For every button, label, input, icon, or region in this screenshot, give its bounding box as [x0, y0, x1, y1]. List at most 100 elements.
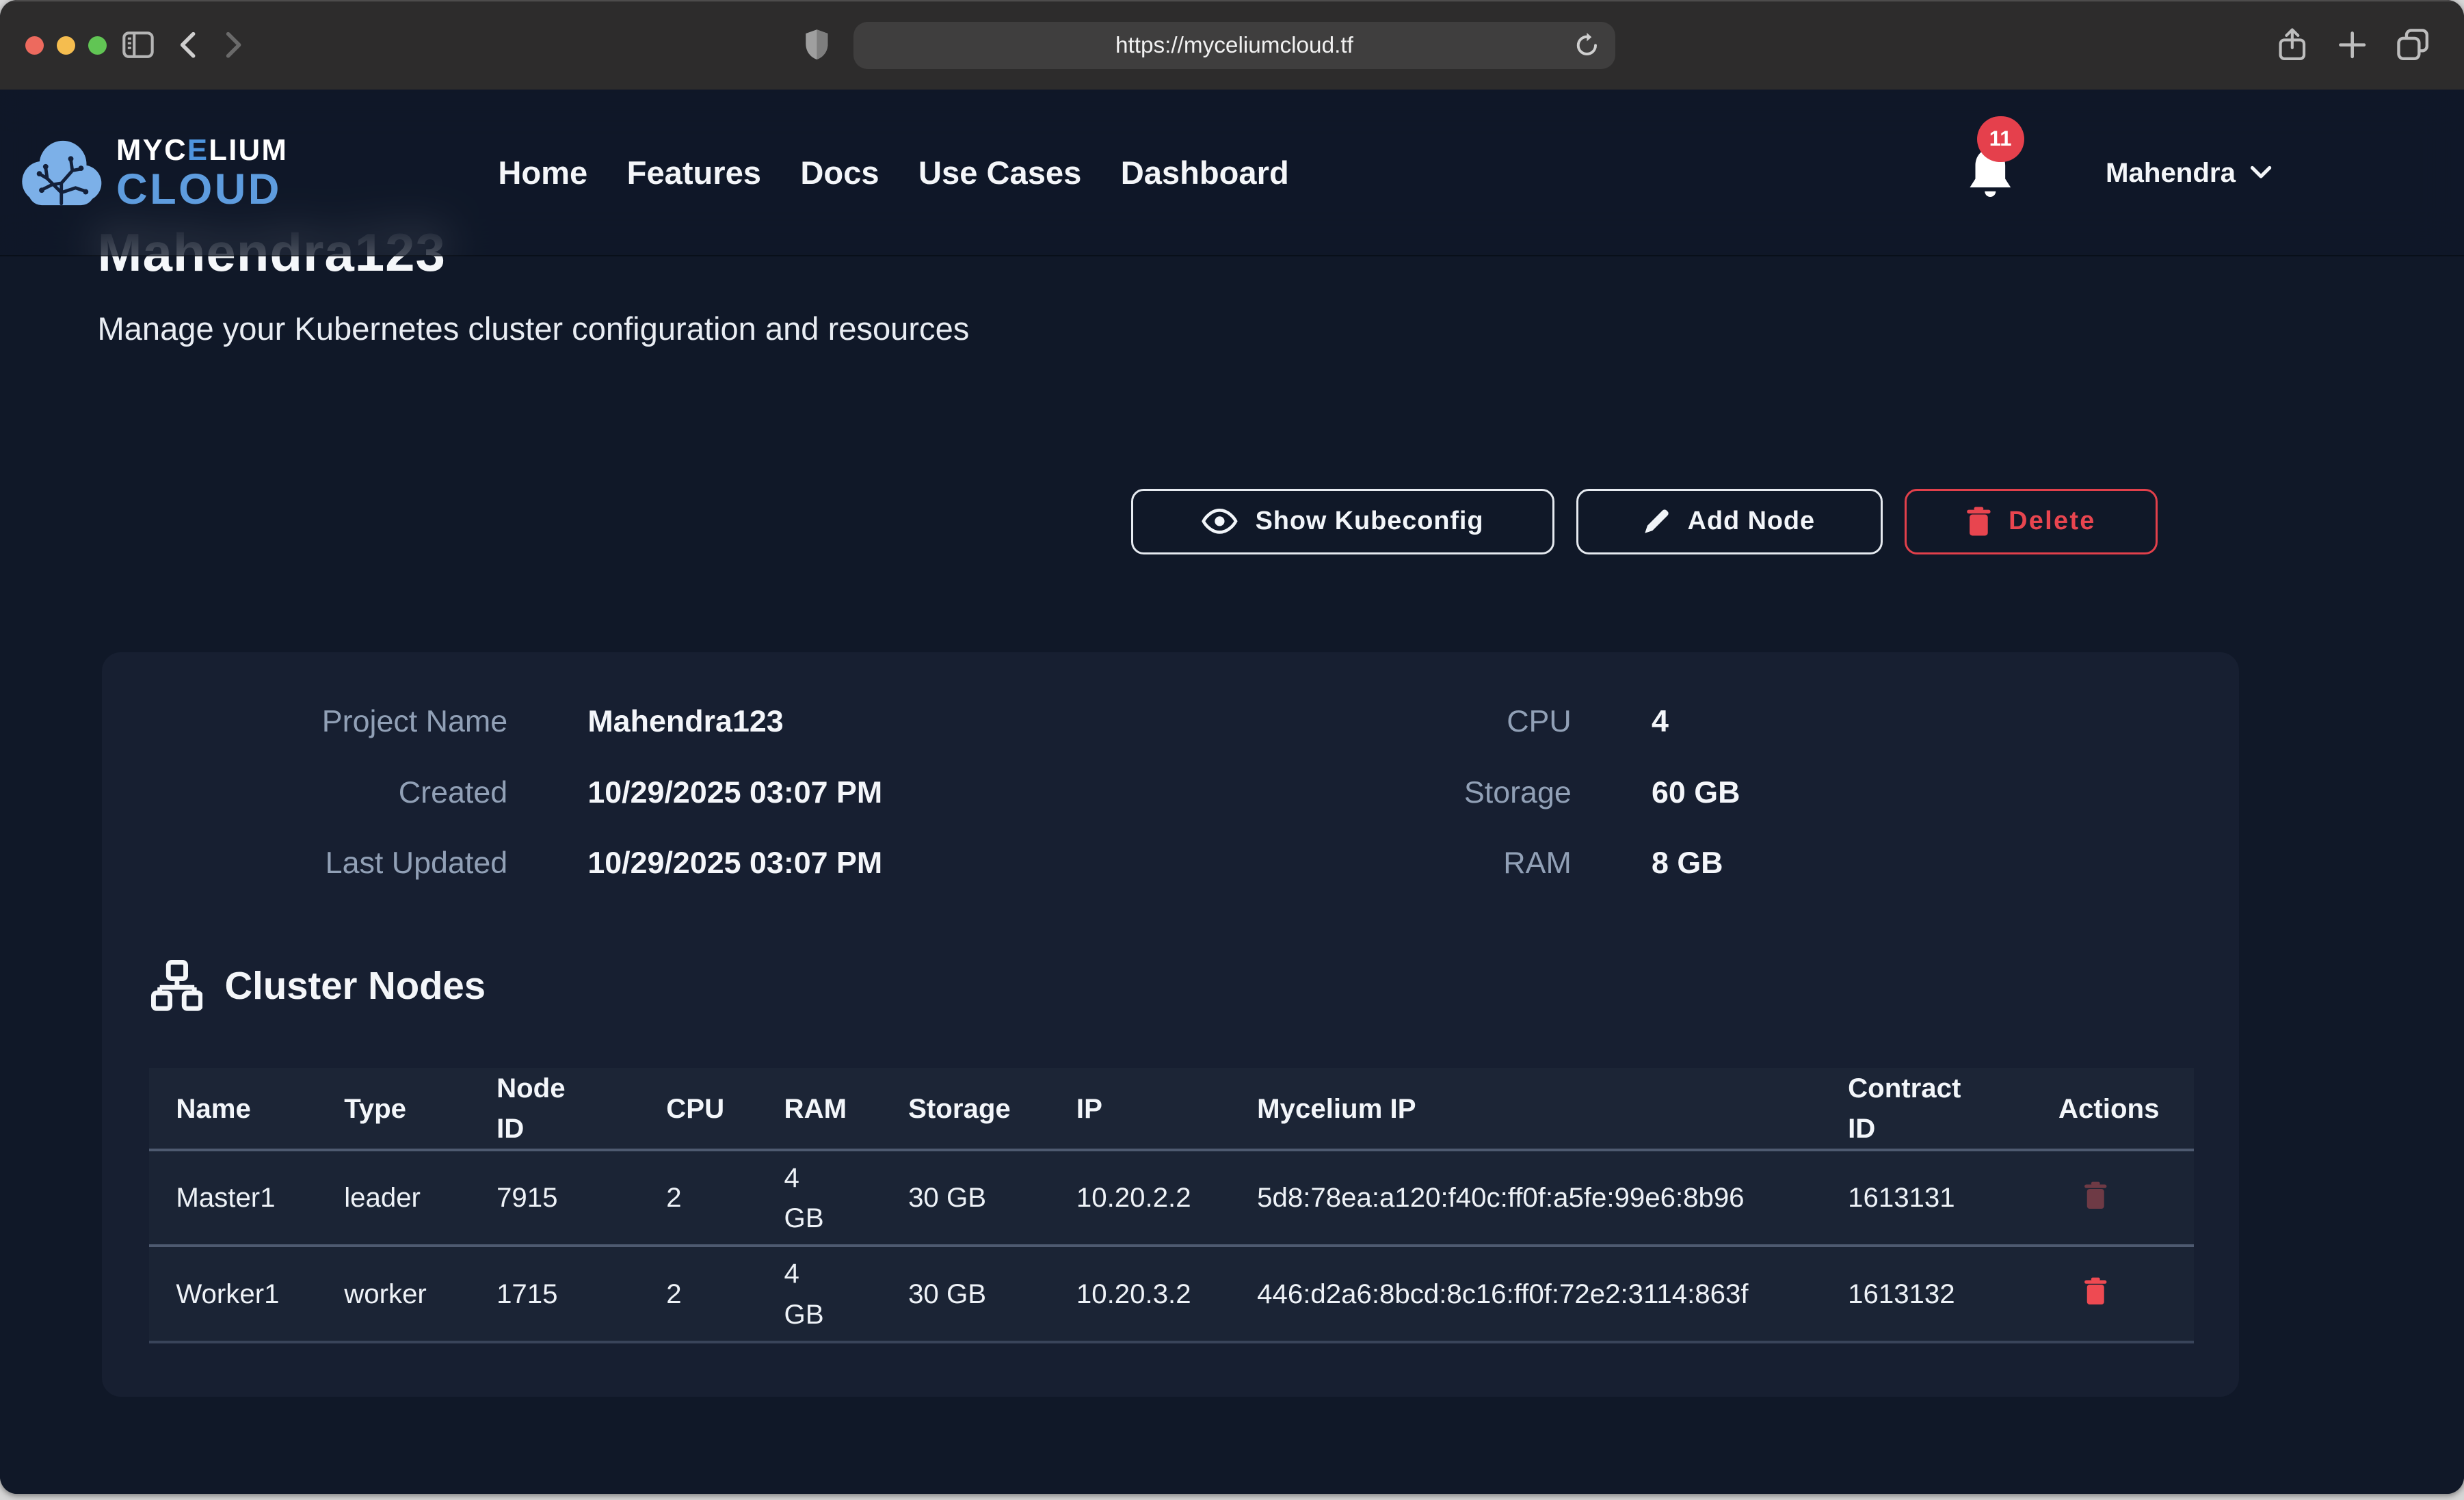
share-button[interactable] [2277, 27, 2307, 62]
cell-actions [2032, 1151, 2194, 1244]
details-left: Project Name Mahendra123 Created 10/29/2… [102, 706, 882, 918]
back-chevron-icon [179, 31, 196, 59]
close-window-button[interactable] [25, 36, 44, 55]
sidebar-icon [122, 31, 154, 58]
column-header-mycelium-ip: Mycelium IP [1230, 1068, 1821, 1149]
detail-value: 10/29/2025 03:07 PM [587, 846, 882, 881]
detail-row: Project Name Mahendra123 [102, 706, 882, 738]
sitemap-icon [151, 960, 203, 1012]
cell-contract-id: 1613132 [1821, 1247, 2032, 1340]
zoom-window-button[interactable] [88, 36, 107, 55]
trash-icon [2084, 1181, 2107, 1209]
delete-label: Delete [2009, 507, 2096, 536]
cell-node-id: 1715 [470, 1247, 639, 1340]
detail-row: Last Updated 10/29/2025 03:07 PM [102, 846, 882, 879]
nav-link-features[interactable]: Features [627, 154, 761, 191]
cell-type: worker [317, 1247, 470, 1340]
url-text: https://myceliumcloud.tf [1115, 33, 1353, 59]
pencil-icon [1643, 508, 1670, 535]
window-controls [25, 36, 107, 55]
address-bar[interactable]: https://myceliumcloud.tf [853, 22, 1615, 69]
detail-label: CPU [1166, 704, 1572, 739]
detail-label: RAM [1166, 846, 1572, 881]
table-row-master1: Master1 leader 7915 2 4 GB 30 GB 10.20.2… [149, 1151, 2193, 1247]
column-header-ip: IP [1050, 1068, 1230, 1149]
cell-name: Master1 [149, 1151, 317, 1244]
delete-node-button-master1[interactable] [2084, 1181, 2107, 1215]
details-right: CPU 4 Storage 60 GB RAM 8 GB [1166, 706, 1740, 918]
detail-value: 60 GB [1652, 775, 1740, 810]
column-header-storage: Storage [882, 1068, 1050, 1149]
nav-link-dashboard[interactable]: Dashboard [1121, 154, 1289, 191]
nodes-table: Name Type Node ID CPU RAM Storage IP Myc… [149, 1068, 2193, 1343]
cell-actions [2032, 1247, 2194, 1340]
cell-cpu: 2 [639, 1247, 757, 1340]
sidebar-toggle-button[interactable] [122, 31, 154, 58]
cluster-nodes-title: Cluster Nodes [225, 963, 486, 1008]
cell-cpu: 2 [639, 1151, 757, 1244]
mycelium-cloud-logo-icon [21, 136, 102, 210]
detail-value: Mahendra123 [587, 704, 783, 739]
cell-contract-id: 1613131 [1821, 1151, 2032, 1244]
delete-node-button-worker1[interactable] [2084, 1277, 2107, 1311]
back-button[interactable] [179, 31, 196, 59]
detail-row: CPU 4 [1166, 706, 1740, 738]
column-header-ram: RAM [757, 1068, 882, 1149]
brand-logo[interactable]: MYCELIUM CLOUD [21, 135, 288, 211]
user-name: Mahendra [2106, 157, 2236, 189]
page-body: Mahendra123 Manage your Kubernetes clust… [0, 90, 2464, 1494]
reload-button[interactable] [1574, 33, 1600, 58]
privacy-shield-icon [804, 28, 830, 61]
show-kubeconfig-label: Show Kubeconfig [1256, 507, 1484, 536]
detail-label: Storage [1166, 775, 1572, 810]
detail-label: Project Name [102, 704, 507, 739]
cluster-nodes-heading: Cluster Nodes [151, 960, 486, 1012]
nav-links: Home Features Docs Use Cases Dashboard [498, 90, 1288, 256]
minimize-window-button[interactable] [57, 36, 76, 55]
add-node-button[interactable]: Add Node [1576, 489, 1883, 555]
column-header-cpu: CPU [639, 1068, 757, 1149]
screenshot-root: https://myceliumcloud.tf [0, 0, 2464, 1500]
share-icon [2277, 27, 2307, 62]
forward-button[interactable] [225, 31, 242, 59]
new-tab-button[interactable] [2338, 31, 2366, 59]
forward-chevron-icon [225, 31, 242, 59]
column-header-node-id: Node ID [470, 1068, 639, 1149]
detail-value: 8 GB [1652, 846, 1723, 881]
chevron-down-icon [2250, 165, 2272, 180]
tabs-icon [2396, 28, 2429, 61]
nav-link-home[interactable]: Home [498, 154, 587, 191]
notifications-button[interactable]: 11 [1968, 144, 2013, 207]
eye-icon [1202, 509, 1238, 534]
detail-value: 10/29/2025 03:07 PM [587, 775, 882, 810]
cell-ip: 10.20.3.2 [1050, 1247, 1230, 1340]
cell-ram: 4 GB [757, 1151, 882, 1244]
cell-type: leader [317, 1151, 470, 1244]
column-header-name: Name [149, 1068, 317, 1149]
detail-row: Created 10/29/2025 03:07 PM [102, 776, 882, 809]
cell-node-id: 7915 [470, 1151, 639, 1244]
detail-row: Storage 60 GB [1166, 776, 1740, 809]
cluster-actions: Show Kubeconfig Add Node Delete [1131, 489, 2157, 555]
reload-icon [1574, 33, 1600, 58]
cluster-details-panel: Project Name Mahendra123 Created 10/29/2… [102, 652, 2239, 1397]
page-subtitle: Manage your Kubernetes cluster configura… [97, 310, 969, 347]
nav-link-use-cases[interactable]: Use Cases [918, 154, 1081, 191]
detail-label: Created [102, 775, 507, 810]
detail-label: Last Updated [102, 846, 507, 881]
notification-badge: 11 [1977, 116, 2024, 162]
detail-row: RAM 8 GB [1166, 846, 1740, 879]
delete-cluster-button[interactable]: Delete [1905, 489, 2158, 555]
cell-ip: 10.20.2.2 [1050, 1151, 1230, 1244]
add-node-label: Add Node [1688, 507, 1815, 536]
cell-storage: 30 GB [882, 1247, 1050, 1340]
nav-link-docs[interactable]: Docs [800, 154, 879, 191]
cell-mycelium-ip: 446:d2a6:8bcd:8c16:ff0f:72e2:3114:863f [1230, 1247, 1821, 1340]
user-menu[interactable]: Mahendra [2106, 90, 2272, 256]
column-header-actions: Actions [2032, 1068, 2194, 1149]
show-kubeconfig-button[interactable]: Show Kubeconfig [1131, 489, 1554, 555]
plus-icon [2338, 31, 2366, 59]
detail-value: 4 [1652, 704, 1669, 739]
brand-cloud: CLOUD [116, 168, 288, 211]
tab-overview-button[interactable] [2396, 28, 2429, 61]
